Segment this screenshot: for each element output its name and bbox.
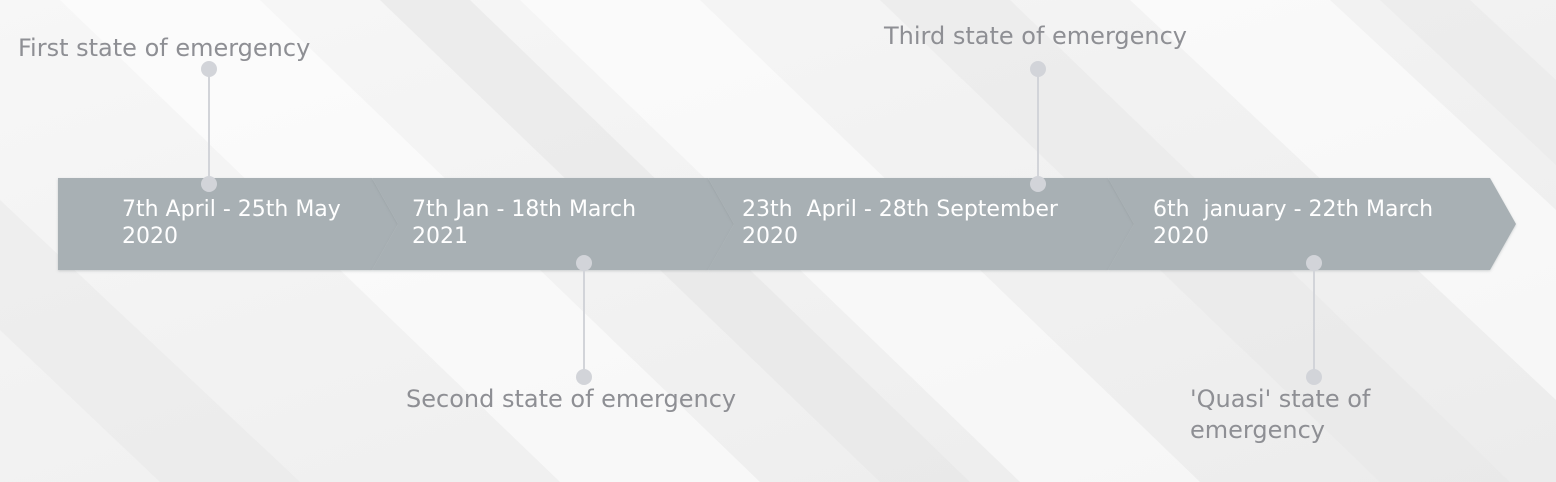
- timeline-segment-date-3: 23th April - 28th September 2020: [742, 196, 1058, 250]
- segment-year: 2021: [412, 224, 468, 249]
- milestone-node-dot-3-b: [1030, 176, 1046, 192]
- segment-year: 2020: [742, 224, 798, 249]
- milestone-node-dot-2-b: [576, 369, 592, 385]
- segment-date-range: 6th january - 22th March: [1153, 197, 1434, 222]
- segment-date-range: 23th April - 28th September: [742, 197, 1058, 222]
- timeline-segment-date-1: 7th April - 25th May 2020: [122, 196, 341, 250]
- segment-year: 2020: [1153, 224, 1209, 249]
- timeline-segment-date-2: 7th Jan - 18th March 2021: [412, 196, 636, 250]
- milestone-label-4: 'Quasi' state of emergency: [1190, 385, 1371, 444]
- milestone-node-dot-4-b: [1306, 369, 1322, 385]
- milestone-label-3: Third state of emergency: [884, 22, 1187, 50]
- milestone-label-2: Second state of emergency: [406, 385, 737, 413]
- milestone-label-1: First state of emergency: [18, 34, 311, 62]
- timeline-segment-date-4: 6th january - 22th March 2020: [1153, 196, 1433, 250]
- milestone-node-dot-1-b: [201, 176, 217, 192]
- segment-date-range: 7th April - 25th May: [122, 197, 341, 222]
- segment-year: 2020: [122, 224, 178, 249]
- milestone-node-dot-2-a: [576, 255, 592, 271]
- milestone-node-dot-4-a: [1306, 255, 1322, 271]
- milestone-node-dot-3-a: [1030, 61, 1046, 77]
- segment-date-range: 7th Jan - 18th March: [412, 197, 637, 222]
